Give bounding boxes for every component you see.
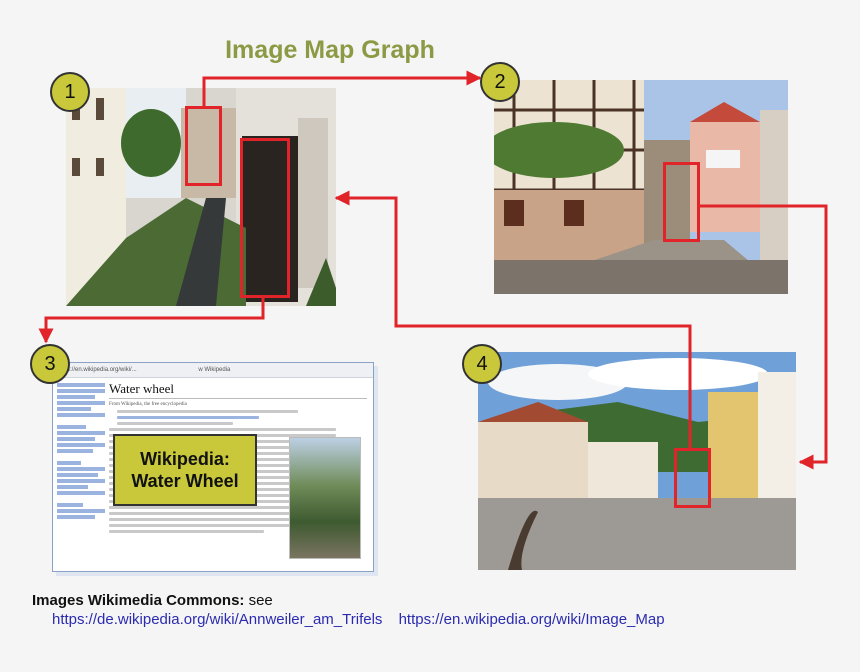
wiki-heading: Water wheel (109, 381, 367, 399)
wiki-thumbnail (289, 437, 361, 559)
node-badge-1: 1 (50, 72, 90, 112)
node-badge-4: 4 (462, 344, 502, 384)
wiki-sidebar (57, 381, 105, 521)
photo-2-half-timbered-lane[interactable] (494, 80, 788, 294)
photo-4-image (478, 352, 796, 570)
wikipedia-water-wheel-label: Wikipedia: Water Wheel (113, 434, 257, 506)
label-line-2: Water Wheel (131, 471, 239, 491)
hotspot-photo1-lane[interactable] (185, 106, 222, 186)
hotspot-photo1-water-wheel[interactable] (240, 138, 290, 298)
hotspot-photo4-square[interactable] (674, 448, 711, 508)
wiki-tagline: From Wikipedia, the free encyclopedia (109, 402, 187, 407)
link-annweiler[interactable]: https://de.wikipedia.org/wiki/Annweiler_… (52, 611, 382, 628)
browser-toolbar: https://en.wikipedia.org/wiki/... w Wiki… (53, 363, 373, 378)
credit-label: Images Wikimedia Commons: (32, 592, 245, 609)
diagram-title: Image Map Graph (225, 36, 435, 64)
credit-suffix: see (244, 592, 273, 609)
label-line-1: Wikipedia: (140, 449, 230, 469)
browser-tab: w Wikipedia (198, 367, 231, 373)
link-image-map[interactable]: https://en.wikipedia.org/wiki/Image_Map (399, 611, 665, 628)
image-credit: Images Wikimedia Commons: see (32, 592, 273, 609)
photo-2-image (494, 80, 788, 294)
photo-4-town-square[interactable] (478, 352, 796, 570)
node-badge-2: 2 (480, 62, 520, 102)
credit-links: https://de.wikipedia.org/wiki/Annweiler_… (52, 611, 677, 628)
node-badge-3: 3 (30, 344, 70, 384)
hotspot-photo2-lane[interactable] (663, 162, 700, 242)
